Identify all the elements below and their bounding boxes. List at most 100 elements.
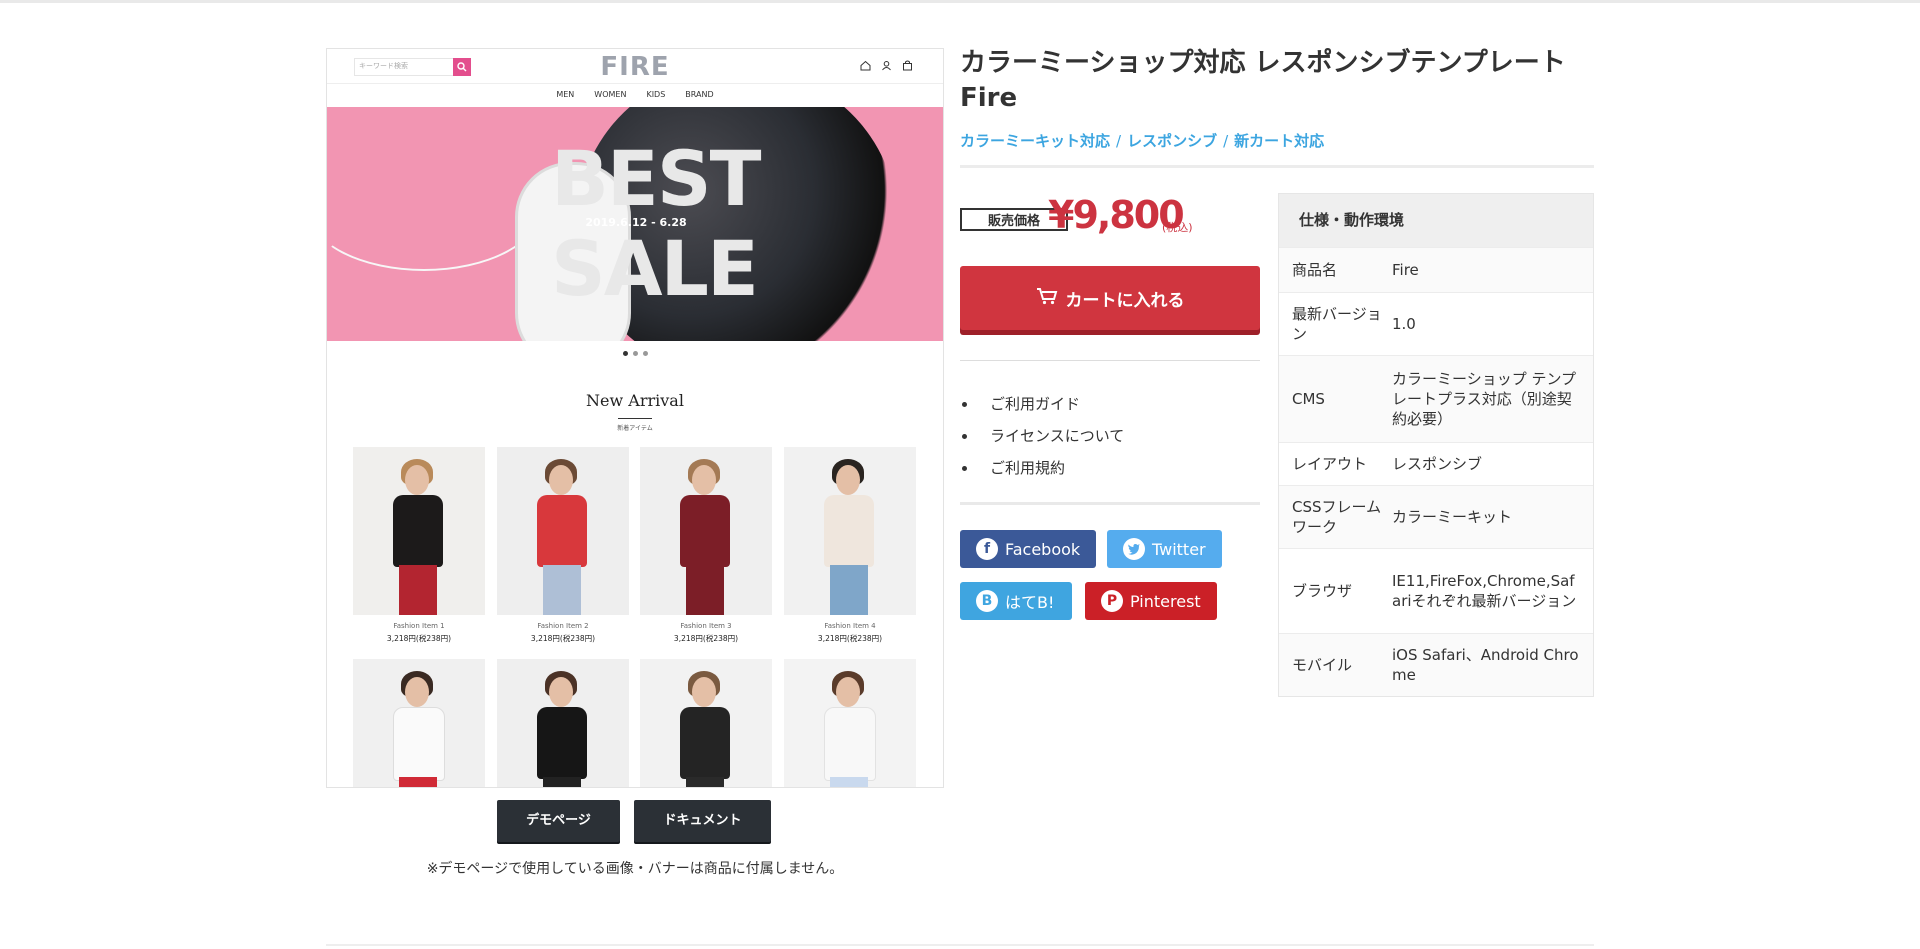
- title-divider: [960, 165, 1594, 168]
- product-photo: [353, 659, 485, 787]
- preview-nav: MEN WOMEN KIDS BRAND: [327, 83, 943, 107]
- preview-sale-banner: BEST 2019.6.12 - 6.28 SALE: [327, 107, 943, 341]
- spec-value: カラーミーショップ テンプレートプラス対応（別途契約必要）: [1392, 370, 1577, 428]
- banner-cord: [327, 147, 541, 271]
- preview-section-subtitle: 新着アイテム: [617, 425, 653, 432]
- spec-table-title: 仕様・動作環境: [1279, 194, 1593, 247]
- spec-value: レスポンシブ: [1392, 455, 1483, 473]
- product-price: 3,218円(税238円): [673, 634, 739, 643]
- spec-key: 最新バージョン: [1292, 305, 1382, 343]
- add-to-cart-label: カートに入れる: [1065, 290, 1185, 311]
- carousel-dot: [642, 351, 648, 356]
- facebook-share-button[interactable]: f Facebook: [960, 530, 1096, 568]
- preview-product-card: [497, 659, 629, 787]
- product-photo: [497, 659, 629, 787]
- user-icon: [881, 60, 892, 71]
- preview-product-card: Fashion Item 3 3,218円(税238円): [640, 447, 772, 644]
- preview-nav-brand: BRAND: [685, 90, 714, 99]
- category-links: カラーミーキット対応 / レスポンシブ / 新カート対応: [960, 130, 1324, 151]
- category-link[interactable]: レスポンシブ: [1127, 132, 1217, 150]
- preview-product-card: Fashion Item 1 3,218円(税238円): [353, 447, 485, 644]
- bag-icon: [902, 60, 913, 71]
- spec-row: 商品名 Fire: [1279, 247, 1593, 292]
- carousel-dot: [622, 351, 628, 356]
- banner-headline-best: BEST: [551, 134, 761, 223]
- twitter-share-button[interactable]: Twitter: [1107, 530, 1222, 568]
- demo-page-button[interactable]: デモページ: [497, 800, 620, 842]
- preview-product-card: Fashion Item 2 3,218円(税238円): [497, 447, 629, 644]
- spec-key: CMS: [1292, 390, 1325, 408]
- spec-row: CMS カラーミーショップ テンプレートプラス対応（別途契約必要）: [1279, 355, 1593, 442]
- spec-value: カラーミーキット: [1392, 508, 1513, 526]
- product-name: Fashion Item 4: [824, 622, 876, 630]
- preview-logo: FIRE: [600, 52, 670, 82]
- preview-title-rule: [618, 418, 652, 419]
- preview-carousel-dots: [327, 351, 943, 356]
- product-name: Fashion Item 1: [393, 622, 445, 630]
- product-photo: [497, 447, 629, 615]
- pinterest-label: Pinterest: [1130, 591, 1201, 611]
- spec-row: モバイル iOS Safari、Android Chrome: [1279, 633, 1593, 696]
- category-link[interactable]: カラーミーキット対応: [960, 132, 1110, 150]
- pinterest-icon: P: [1101, 590, 1123, 612]
- facebook-icon: f: [976, 538, 998, 560]
- carousel-dot: [632, 351, 638, 356]
- category-link[interactable]: 新カート対応: [1234, 132, 1324, 150]
- tax-note: (税込): [1162, 221, 1193, 234]
- spec-row: 最新バージョン 1.0: [1279, 292, 1593, 355]
- product-photo: [640, 447, 772, 615]
- product-photo: [784, 659, 916, 787]
- preview-product-card: [784, 659, 916, 787]
- preview-product-card: [353, 659, 485, 787]
- spec-value: iOS Safari、Android Chrome: [1392, 646, 1579, 684]
- home-icon: [860, 60, 871, 71]
- guide-link[interactable]: ご利用ガイド: [961, 388, 1124, 420]
- product-photo: [353, 447, 485, 615]
- product-name: Fashion Item 2: [537, 622, 589, 630]
- product-title: カラーミーショップ対応 レスポンシブテンプレート Fire: [960, 48, 1566, 113]
- product-photo: [640, 659, 772, 787]
- terms-link[interactable]: ご利用規約: [961, 452, 1124, 484]
- spec-key: ブラウザ: [1292, 582, 1353, 600]
- spec-key: CSSフレームワーク: [1292, 498, 1382, 536]
- template-preview-image: キーワード検索 FIRE MEN WOMEN KIDS BRAND BEST 2…: [326, 48, 944, 788]
- product-price: 3,218円(税238円): [817, 634, 883, 643]
- hatena-icon: B: [976, 590, 998, 612]
- product-price: 3,218円(税238円): [530, 634, 596, 643]
- spec-table: 仕様・動作環境 商品名 Fire 最新バージョン 1.0 CMS カラーミーショ…: [1278, 193, 1594, 697]
- spec-row: CSSフレームワーク カラーミーキット: [1279, 485, 1593, 548]
- preview-product-card: Fashion Item 4 3,218円(税238円): [784, 447, 916, 644]
- product-name: Fashion Item 3: [680, 622, 732, 630]
- pinterest-share-button[interactable]: P Pinterest: [1085, 582, 1217, 620]
- add-to-cart-button[interactable]: カートに入れる: [960, 266, 1260, 330]
- cart-icon: [1036, 287, 1058, 310]
- divider: [960, 360, 1260, 361]
- demo-note: ※デモページで使用している画像・バナーは商品に付属しません。: [426, 861, 844, 877]
- spec-value: 1.0: [1392, 315, 1416, 333]
- preview-nav-kids: KIDS: [646, 90, 666, 99]
- category-separator: /: [1116, 132, 1122, 150]
- hatena-label: はてB!: [1005, 593, 1055, 612]
- preview-header-icons: [860, 60, 913, 71]
- info-links: ご利用ガイド ライセンスについて ご利用規約: [960, 388, 1124, 484]
- category-separator: /: [1223, 132, 1229, 150]
- spec-key: レイアウト: [1292, 455, 1368, 473]
- bottom-divider: [326, 944, 1594, 946]
- license-link[interactable]: ライセンスについて: [961, 420, 1124, 452]
- banner-headline-sale: SALE: [551, 224, 759, 313]
- divider: [960, 502, 1260, 505]
- hatena-share-button[interactable]: B はてB!: [960, 582, 1072, 620]
- preview-section-title: New Arrival: [586, 391, 684, 410]
- document-button[interactable]: ドキュメント: [634, 800, 771, 842]
- twitter-label: Twitter: [1152, 539, 1206, 559]
- spec-row: ブラウザ IE11,FireFox,Chrome,Safariそれぞれ最新バージ…: [1279, 548, 1593, 633]
- product-photo: [784, 447, 916, 615]
- preview-header: キーワード検索 FIRE: [327, 49, 943, 84]
- spec-value: Fire: [1392, 261, 1419, 279]
- facebook-label: Facebook: [1005, 539, 1081, 559]
- spec-rows: 商品名 Fire 最新バージョン 1.0 CMS カラーミーショップ テンプレー…: [1279, 247, 1593, 696]
- preview-product-card: [640, 659, 772, 787]
- preview-nav-women: WOMEN: [594, 90, 627, 99]
- spec-key: 商品名: [1292, 261, 1338, 279]
- top-divider: [0, 0, 1920, 3]
